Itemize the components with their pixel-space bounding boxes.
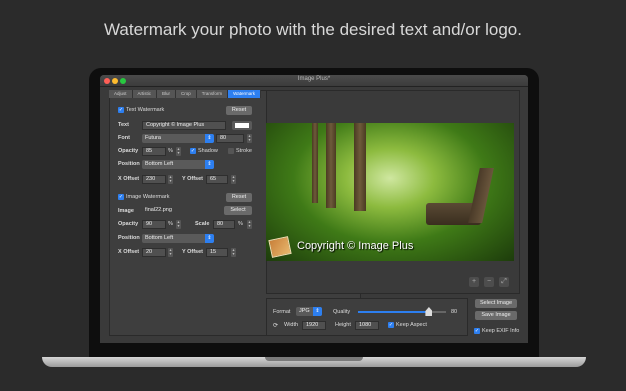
- height-label: Height: [335, 322, 351, 328]
- percent-sign: %: [238, 221, 243, 227]
- font-select[interactable]: Futura ⇕: [142, 134, 214, 143]
- scale-label: Scale: [195, 221, 210, 227]
- image-y-offset-stepper[interactable]: ▴ ▾: [231, 248, 236, 257]
- image-reset-button[interactable]: Reset: [226, 193, 252, 202]
- tab-transform[interactable]: Transform: [196, 90, 229, 98]
- text-opacity-label: Opacity: [118, 148, 139, 154]
- keep-exif-checkbox[interactable]: ✓: [474, 328, 480, 334]
- text-opacity-stepper[interactable]: ▴ ▾: [176, 147, 181, 156]
- tree-trunk: [354, 123, 366, 211]
- height-input[interactable]: 1080: [355, 321, 379, 330]
- font-size-stepper[interactable]: ▴ ▾: [247, 134, 252, 143]
- image-x-offset-input[interactable]: 20: [142, 248, 166, 257]
- font-value: Futura: [145, 135, 161, 141]
- format-value: JPG: [299, 308, 310, 314]
- text-color-well[interactable]: [232, 121, 252, 130]
- export-settings-panel: [266, 298, 468, 336]
- color-swatch: [235, 123, 249, 128]
- image-x-offset-label: X Offset: [118, 249, 140, 255]
- text-x-offset-stepper[interactable]: ▴ ▾: [168, 175, 173, 184]
- tab-blur[interactable]: Blur: [157, 90, 177, 98]
- text-x-offset-input[interactable]: 230: [142, 175, 166, 184]
- laptop-notch: [265, 357, 363, 361]
- text-y-offset-stepper[interactable]: ▴ ▾: [231, 175, 236, 184]
- percent-sign: %: [168, 148, 173, 154]
- width-input[interactable]: 1920: [302, 321, 326, 330]
- select-watermark-image-button[interactable]: Select: [224, 206, 252, 215]
- shadow-label: Shadow: [198, 148, 218, 154]
- fit-screen-button[interactable]: ⤢: [499, 277, 509, 287]
- text-watermark-label: Text Watermark: [126, 107, 165, 113]
- text-position-value: Bottom Left: [145, 161, 174, 167]
- image-position-value: Bottom Left: [145, 235, 174, 241]
- tree-trunk: [326, 123, 336, 208]
- width-label: Width: [284, 322, 299, 328]
- quality-slider-fill: [358, 311, 429, 313]
- link-icon[interactable]: ⟳: [273, 322, 278, 329]
- format-label: Format: [273, 309, 291, 315]
- text-y-offset-label: Y Offset: [182, 176, 203, 182]
- zoom-out-button[interactable]: −: [484, 277, 494, 287]
- image-file-name: final22.png: [145, 207, 172, 213]
- keep-aspect-checkbox[interactable]: ✓: [388, 322, 394, 328]
- image-y-offset-input[interactable]: 15: [206, 248, 228, 257]
- image-watermark-label: Image Watermark: [126, 194, 170, 200]
- quality-slider[interactable]: [358, 311, 446, 313]
- text-label: Text: [118, 122, 129, 128]
- chevron-updown-icon: ⇕: [313, 307, 322, 316]
- image-opacity-stepper[interactable]: ▴ ▾: [176, 220, 181, 229]
- window-title: Image Plus*: [297, 76, 331, 82]
- quality-value: 80: [451, 309, 458, 315]
- image-opacity-input[interactable]: 90: [142, 220, 166, 229]
- format-select[interactable]: JPG ⇕: [296, 307, 322, 316]
- tab-artistic[interactable]: Artistic: [132, 90, 158, 98]
- zoom-in-button[interactable]: +: [469, 277, 479, 287]
- watermark-text-input[interactable]: Copyright © Image Plus: [142, 121, 226, 130]
- select-image-button[interactable]: Select Image: [475, 299, 517, 308]
- watermark-text-overlay: Copyright © Image Plus: [297, 240, 414, 252]
- text-watermark-checkbox[interactable]: ✓: [118, 107, 124, 113]
- image-watermark-checkbox[interactable]: ✓: [118, 194, 124, 200]
- tab-crop[interactable]: Crop: [176, 90, 197, 98]
- chevron-updown-icon: ⇕: [205, 234, 214, 243]
- image-position-label: Position: [118, 235, 140, 241]
- shadow-checkbox[interactable]: ✓: [190, 148, 196, 154]
- font-size-input[interactable]: 80: [216, 134, 244, 143]
- chevron-updown-icon: ⇕: [205, 134, 214, 143]
- headline: Watermark your photo with the desired te…: [104, 20, 522, 39]
- image-label: Image: [118, 208, 134, 214]
- stroke-checkbox[interactable]: [228, 148, 234, 154]
- tab-watermark[interactable]: Watermark: [228, 90, 261, 98]
- text-position-select[interactable]: Bottom Left ⇕: [142, 160, 214, 169]
- image-position-select[interactable]: Bottom Left ⇕: [142, 234, 214, 243]
- text-position-label: Position: [118, 161, 140, 167]
- stroke-label: Stroke: [236, 148, 252, 154]
- font-label: Font: [118, 135, 130, 141]
- image-x-offset-stepper[interactable]: ▴ ▾: [168, 248, 173, 257]
- keep-aspect-label: Keep Aspect: [396, 322, 427, 328]
- percent-sign: %: [168, 221, 173, 227]
- scale-stepper[interactable]: ▴ ▾: [247, 220, 252, 229]
- tab-adjust[interactable]: Adjust: [109, 90, 133, 98]
- text-x-offset-label: X Offset: [118, 176, 140, 182]
- text-reset-button[interactable]: Reset: [226, 106, 252, 115]
- save-image-button[interactable]: Save Image: [475, 311, 517, 320]
- text-y-offset-input[interactable]: 65: [206, 175, 228, 184]
- scale-input[interactable]: 80: [213, 220, 235, 229]
- image-y-offset-label: Y Offset: [182, 249, 203, 255]
- quality-label: Quality: [333, 309, 351, 315]
- tab-bar: Adjust Artistic Blur Crop Transform Wate…: [109, 90, 261, 98]
- title-bar: Image Plus*: [100, 75, 528, 87]
- tree-trunk: [312, 123, 318, 203]
- image-opacity-label: Opacity: [118, 221, 139, 227]
- keep-exif-label: Keep EXIF Info: [482, 328, 520, 334]
- bench-back: [468, 168, 494, 223]
- chevron-updown-icon: ⇕: [205, 160, 214, 169]
- text-opacity-input[interactable]: 85: [142, 147, 166, 156]
